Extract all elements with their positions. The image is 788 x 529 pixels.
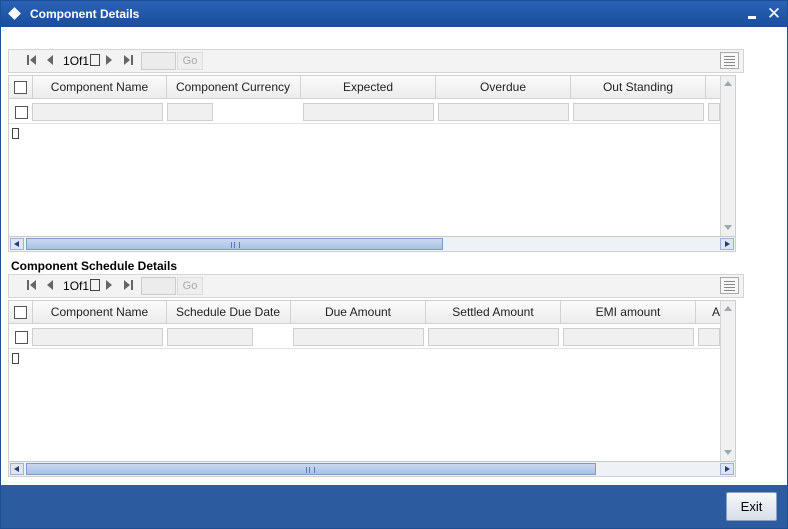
settled-amount-field[interactable] [428, 328, 559, 346]
row-marker-icon [12, 353, 19, 364]
vertical-scrollbar[interactable] [720, 76, 735, 236]
scroll-left-icon[interactable] [10, 463, 24, 475]
scroll-down-icon[interactable] [722, 222, 734, 234]
page-indicator: 1Of1 [63, 54, 101, 68]
grid-settings-icon[interactable] [720, 52, 739, 69]
column-header[interactable]: EMI amount [561, 301, 696, 323]
overdue-field[interactable] [438, 103, 569, 121]
minimize-icon[interactable] [745, 6, 759, 22]
column-header[interactable]: Component Currency [166, 76, 301, 98]
component-currency-field[interactable] [167, 103, 213, 121]
go-button[interactable]: Go [177, 277, 203, 295]
next-column-field[interactable] [708, 103, 720, 121]
column-header[interactable]: A [696, 301, 721, 323]
select-all-checkbox[interactable] [14, 306, 27, 319]
column-header[interactable]: Expected [301, 76, 436, 98]
window-diamond-icon [8, 7, 21, 20]
schedule-grid: 1Of1 Go Component Name Schedule Due Date… [8, 274, 744, 479]
expected-field[interactable] [303, 103, 434, 121]
schedule-table: Component Name Schedule Due Date Due Amo… [8, 300, 736, 477]
scroll-thumb[interactable] [26, 463, 596, 475]
component-name-field[interactable] [32, 328, 163, 346]
page-number-input[interactable] [141, 277, 176, 295]
select-all-checkbox[interactable] [14, 81, 27, 94]
scroll-right-icon[interactable] [720, 463, 734, 475]
scroll-thumb[interactable] [26, 238, 443, 250]
next-column-field[interactable] [698, 328, 720, 346]
table-row [9, 324, 721, 349]
column-header[interactable]: Due Amount [291, 301, 426, 323]
close-icon[interactable]: ✕ [766, 5, 782, 23]
column-header[interactable]: Overdue [436, 76, 571, 98]
vertical-scrollbar[interactable] [720, 301, 735, 461]
table-header: Component Name Component Currency Expect… [9, 76, 721, 99]
table-row [9, 99, 721, 124]
scroll-up-icon[interactable] [722, 78, 734, 90]
column-header[interactable]: Component Name [32, 301, 167, 323]
grid-toolbar: 1Of1 Go [8, 49, 744, 73]
component-details-window: Component Details ✕ 1Of1 Go Component Na… [0, 0, 788, 529]
emi-amount-field[interactable] [563, 328, 694, 346]
footer-bar [1, 485, 787, 528]
column-header[interactable]: Settled Amount [426, 301, 561, 323]
row-checkbox[interactable] [15, 106, 28, 119]
outstanding-field[interactable] [573, 103, 704, 121]
column-header[interactable]: Component Name [32, 76, 167, 98]
due-amount-field[interactable] [293, 328, 424, 346]
table-header: Component Name Schedule Due Date Due Amo… [9, 301, 721, 324]
row-checkbox[interactable] [15, 331, 28, 344]
page-indicator: 1Of1 [63, 279, 101, 293]
horizontal-scrollbar[interactable] [9, 461, 735, 476]
scroll-left-icon[interactable] [10, 238, 24, 250]
component-table: Component Name Component Currency Expect… [8, 75, 736, 252]
title-bar: Component Details ✕ [1, 1, 787, 27]
schedule-due-date-field[interactable] [167, 328, 253, 346]
window-title: Component Details [30, 7, 140, 21]
row-marker-icon [12, 128, 19, 139]
grid-settings-icon[interactable] [720, 277, 739, 294]
scroll-down-icon[interactable] [722, 447, 734, 459]
go-button[interactable]: Go [177, 52, 203, 70]
component-name-field[interactable] [32, 103, 163, 121]
schedule-details-label: Component Schedule Details [11, 259, 178, 273]
component-grid: 1Of1 Go Component Name Component Currenc… [8, 49, 744, 254]
column-header[interactable]: Schedule Due Date [166, 301, 291, 323]
column-header[interactable]: Out Standing [571, 76, 706, 98]
horizontal-scrollbar[interactable] [9, 236, 735, 251]
scroll-up-icon[interactable] [722, 303, 734, 315]
page-number-input[interactable] [141, 52, 176, 70]
grid-toolbar: 1Of1 Go [8, 274, 744, 298]
scroll-right-icon[interactable] [720, 238, 734, 250]
exit-button[interactable]: Exit [726, 492, 777, 521]
